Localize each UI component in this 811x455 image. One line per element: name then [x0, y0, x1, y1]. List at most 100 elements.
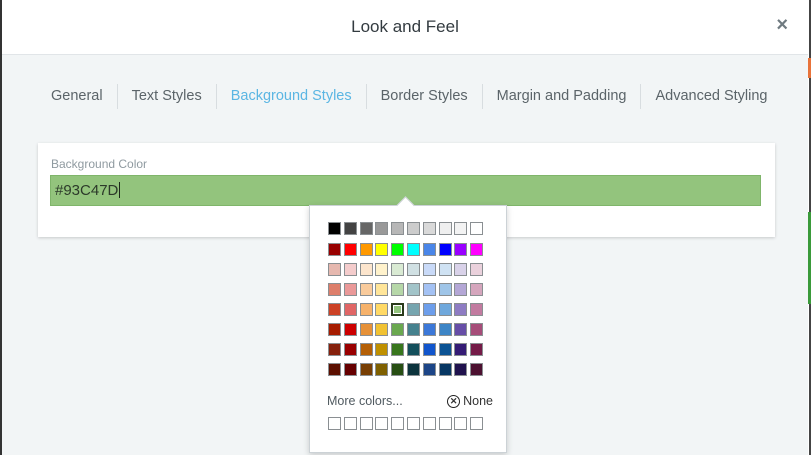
- color-swatch[interactable]: [470, 283, 484, 296]
- color-swatch[interactable]: [454, 243, 468, 256]
- color-swatch[interactable]: [343, 343, 357, 356]
- color-swatch[interactable]: [422, 283, 436, 296]
- color-swatch[interactable]: [391, 243, 405, 256]
- color-swatch[interactable]: [438, 243, 452, 256]
- color-swatch[interactable]: [375, 222, 389, 235]
- color-swatch[interactable]: [391, 303, 405, 316]
- color-swatch[interactable]: [406, 323, 420, 336]
- custom-color-slot[interactable]: [391, 417, 405, 430]
- custom-color-slot[interactable]: [422, 417, 436, 430]
- color-swatch[interactable]: [343, 363, 357, 376]
- color-swatch[interactable]: [438, 263, 452, 276]
- color-swatch[interactable]: [470, 323, 484, 336]
- color-swatch[interactable]: [375, 283, 389, 296]
- custom-color-slot[interactable]: [470, 417, 484, 430]
- color-swatch[interactable]: [406, 363, 420, 376]
- custom-color-slot[interactable]: [454, 417, 468, 430]
- color-swatch[interactable]: [343, 323, 357, 336]
- tab-text-styles[interactable]: Text Styles: [116, 84, 216, 109]
- color-swatch[interactable]: [422, 343, 436, 356]
- color-swatch[interactable]: [470, 243, 484, 256]
- color-swatch[interactable]: [391, 263, 405, 276]
- color-swatch[interactable]: [470, 363, 484, 376]
- color-swatch[interactable]: [406, 263, 420, 276]
- color-swatch[interactable]: [343, 263, 357, 276]
- color-swatch[interactable]: [406, 343, 420, 356]
- color-swatch[interactable]: [343, 303, 357, 316]
- color-swatch[interactable]: [375, 363, 389, 376]
- tab-background-styles[interactable]: Background Styles: [215, 84, 366, 109]
- color-swatch[interactable]: [454, 323, 468, 336]
- color-swatch[interactable]: [328, 363, 341, 376]
- more-colors-link[interactable]: More colors...: [327, 394, 403, 408]
- color-swatch[interactable]: [438, 323, 452, 336]
- tab-margin-and-padding[interactable]: Margin and Padding: [481, 84, 641, 109]
- color-swatch[interactable]: [470, 303, 484, 316]
- color-swatch[interactable]: [359, 303, 373, 316]
- color-swatch[interactable]: [328, 303, 341, 316]
- color-swatch[interactable]: [359, 222, 373, 235]
- color-swatch[interactable]: [454, 222, 468, 235]
- color-swatch[interactable]: [406, 243, 420, 256]
- color-swatch[interactable]: [328, 263, 341, 276]
- color-swatch[interactable]: [454, 303, 468, 316]
- color-swatch[interactable]: [328, 243, 341, 256]
- color-swatch[interactable]: [359, 263, 373, 276]
- tab-border-styles[interactable]: Border Styles: [365, 84, 482, 109]
- custom-color-slot[interactable]: [343, 417, 357, 430]
- color-swatch[interactable]: [391, 222, 405, 235]
- color-swatch[interactable]: [375, 263, 389, 276]
- color-swatch[interactable]: [391, 343, 405, 356]
- color-swatch[interactable]: [470, 343, 484, 356]
- palette-row: [328, 343, 486, 356]
- color-swatch[interactable]: [343, 283, 357, 296]
- color-swatch[interactable]: [359, 363, 373, 376]
- no-color-button[interactable]: ✕ None: [447, 394, 493, 408]
- color-swatch[interactable]: [438, 363, 452, 376]
- custom-color-slot[interactable]: [359, 417, 373, 430]
- color-swatch[interactable]: [328, 343, 341, 356]
- color-swatch[interactable]: [359, 323, 373, 336]
- color-swatch[interactable]: [438, 303, 452, 316]
- color-swatch[interactable]: [454, 363, 468, 376]
- color-swatch[interactable]: [375, 323, 389, 336]
- color-swatch[interactable]: [328, 222, 341, 235]
- color-swatch[interactable]: [422, 222, 436, 235]
- color-swatch[interactable]: [422, 323, 436, 336]
- color-swatch[interactable]: [454, 343, 468, 356]
- color-swatch[interactable]: [343, 222, 357, 235]
- color-swatch[interactable]: [328, 323, 341, 336]
- color-swatch[interactable]: [359, 243, 373, 256]
- custom-color-slot[interactable]: [328, 417, 341, 430]
- custom-color-slot[interactable]: [375, 417, 389, 430]
- color-swatch[interactable]: [359, 283, 373, 296]
- color-swatch[interactable]: [375, 303, 389, 316]
- color-swatch[interactable]: [406, 283, 420, 296]
- color-swatch[interactable]: [454, 283, 468, 296]
- color-swatch[interactable]: [438, 343, 452, 356]
- custom-color-slot[interactable]: [438, 417, 452, 430]
- color-swatch[interactable]: [343, 243, 357, 256]
- color-swatch[interactable]: [391, 283, 405, 296]
- color-swatch[interactable]: [422, 243, 436, 256]
- color-swatch[interactable]: [375, 343, 389, 356]
- color-swatch[interactable]: [391, 323, 405, 336]
- color-swatch[interactable]: [422, 363, 436, 376]
- color-swatch[interactable]: [454, 263, 468, 276]
- color-swatch[interactable]: [375, 243, 389, 256]
- color-swatch[interactable]: [438, 222, 452, 235]
- color-swatch[interactable]: [406, 222, 420, 235]
- color-swatch[interactable]: [470, 222, 484, 235]
- color-swatch[interactable]: [422, 303, 436, 316]
- custom-color-slot[interactable]: [406, 417, 420, 430]
- tab-general[interactable]: General: [37, 84, 117, 109]
- color-swatch[interactable]: [470, 263, 484, 276]
- color-swatch[interactable]: [391, 363, 405, 376]
- color-swatch[interactable]: [328, 283, 341, 296]
- tab-advanced-styling[interactable]: Advanced Styling: [640, 84, 781, 109]
- color-swatch[interactable]: [406, 303, 420, 316]
- color-swatch[interactable]: [422, 263, 436, 276]
- color-swatch[interactable]: [438, 283, 452, 296]
- color-swatch[interactable]: [359, 343, 373, 356]
- close-icon[interactable]: ×: [776, 14, 788, 37]
